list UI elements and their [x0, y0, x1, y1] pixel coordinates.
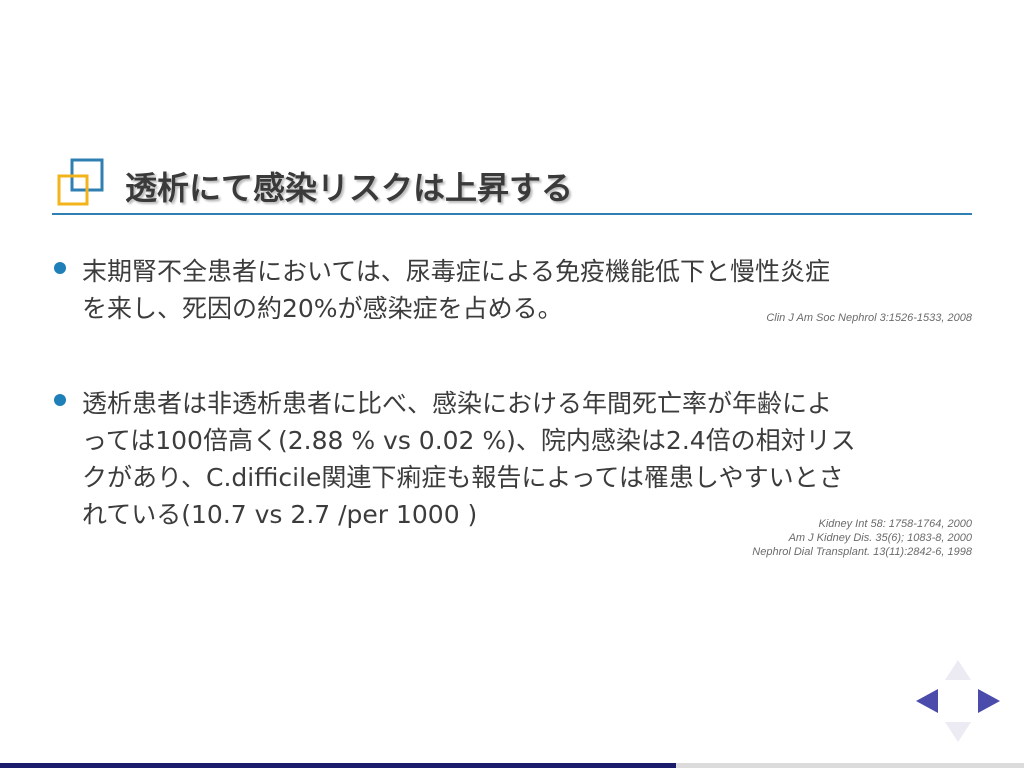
bullet-line: 末期腎不全患者においては、尿毒症による免疫機能低下と慢性炎症	[82, 257, 831, 286]
squares-icon	[57, 158, 104, 206]
nav-down-icon[interactable]	[945, 722, 971, 742]
nav-right-icon[interactable]	[978, 689, 1000, 713]
bullet-text: 透析患者は非透析患者に比べ、感染における年間死亡率が年齢によ っては100倍高く…	[82, 385, 972, 533]
nav-left-icon[interactable]	[916, 689, 938, 713]
slide-title: 透析にて感染リスクは上昇する	[125, 169, 574, 207]
bullet-line: っては100倍高く(2.88 % vs 0.02 %)、院内感染は2.4倍の相対…	[82, 426, 856, 455]
bullet-dot-icon	[54, 394, 66, 406]
citation: Kidney Int 58: 1758-1764, 2000	[818, 518, 972, 530]
bullet-line: 透析患者は非透析患者に比べ、感染における年間死亡率が年齢によ	[82, 389, 833, 418]
bullet-line: クがあり、C.difficile関連下痢症も報告によっては罹患しやすいとさ	[82, 463, 844, 492]
title-divider	[52, 213, 972, 215]
nav-up-icon[interactable]	[945, 660, 971, 680]
citation: Nephrol Dial Transplant. 13(11):2842-6, …	[752, 546, 972, 558]
citation-block: Kidney Int 58: 1758-1764, 2000 Am J Kidn…	[752, 517, 972, 559]
progress-bar	[0, 763, 1024, 768]
citation: Am J Kidney Dis. 35(6); 1083-8, 2000	[788, 532, 972, 544]
bullet-dot-icon	[54, 262, 66, 274]
citation: Clin J Am Soc Nephrol 3:1526-1533, 2008	[766, 312, 972, 324]
slide: 透析にて感染リスクは上昇する 末期腎不全患者においては、尿毒症による免疫機能低下…	[0, 0, 1024, 768]
progress-bar-fill	[0, 763, 676, 768]
